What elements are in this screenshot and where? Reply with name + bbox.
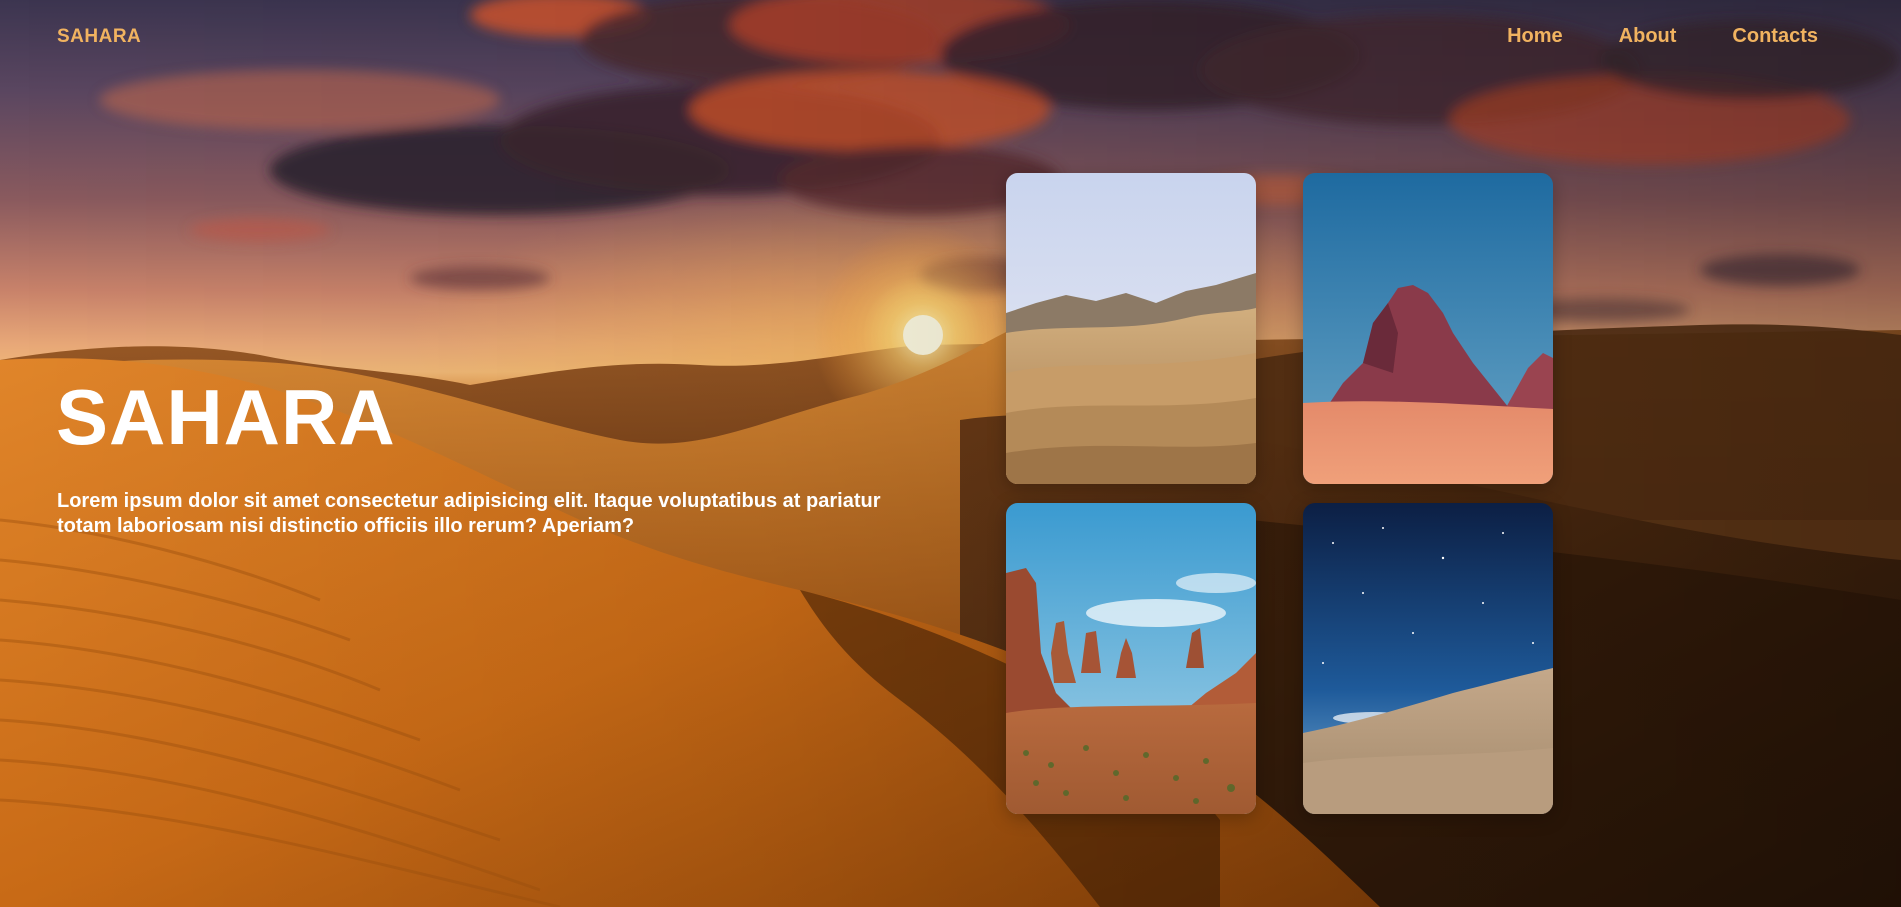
nav-link-home[interactable]: Home [1507, 25, 1563, 48]
main-nav: Home About Contacts [1507, 25, 1818, 48]
gallery-card-canyon[interactable] [1006, 503, 1256, 814]
nav-link-contacts[interactable]: Contacts [1732, 25, 1818, 48]
desert-dunes-photo [1006, 173, 1256, 484]
canyon-buttes-photo [1006, 503, 1256, 814]
nav-link-about[interactable]: About [1619, 25, 1677, 48]
gallery-card-desert-dunes[interactable] [1006, 173, 1256, 484]
gallery-card-red-rock[interactable] [1303, 173, 1553, 484]
hero-title: SAHARA [56, 373, 396, 461]
hero-description: Lorem ipsum dolor sit amet consectetur a… [57, 490, 881, 537]
gallery-card-night-dunes[interactable] [1303, 503, 1553, 814]
logo[interactable]: SAHARA [57, 26, 141, 48]
landing-page: SAHARA Home About Contacts SAHARA Lorem … [0, 0, 1901, 907]
red-rock-formation-photo [1303, 173, 1553, 484]
night-sky-dunes-photo [1303, 503, 1553, 814]
